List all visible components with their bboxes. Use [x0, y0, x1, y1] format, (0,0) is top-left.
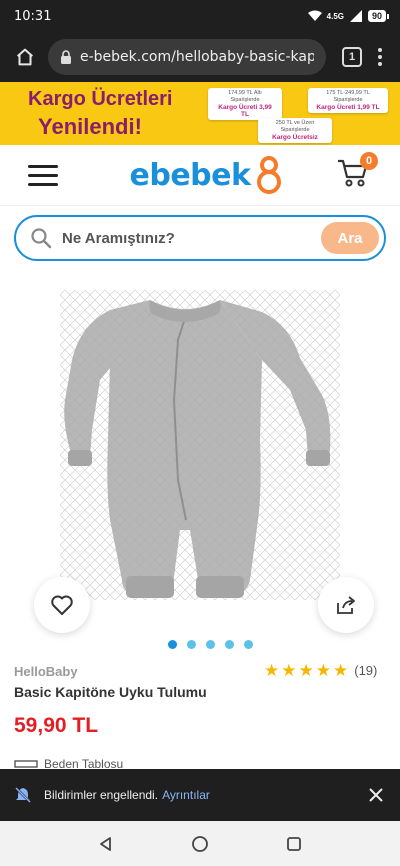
- promo-card-1-fee: Kargo Ücreti 3,99 TL: [218, 104, 272, 118]
- cart-button[interactable]: 0: [336, 151, 378, 193]
- snackbar-text: Bildirimler engellendi.: [44, 788, 159, 802]
- logo-text: ebebek: [129, 157, 251, 193]
- banner-title-line1: Kargo Ücretleri: [28, 88, 173, 110]
- favorite-button[interactable]: [34, 577, 90, 633]
- snackbar-message: Bildirimler engellendi. Ayrıntılar: [44, 788, 366, 802]
- status-time: 10:31: [14, 8, 52, 24]
- product-rating[interactable]: ★ ★ ★ ★ ★ (19): [264, 662, 377, 679]
- notifications-off-icon: [14, 786, 32, 804]
- promo-card-2-fee: Kargo Ücreti 1,99 TL: [316, 104, 380, 111]
- carousel-indicator: [168, 640, 253, 649]
- back-icon[interactable]: [98, 836, 114, 852]
- status-bar: 10:31 4.5G 90: [0, 0, 400, 32]
- tab-switcher-button[interactable]: 1: [342, 47, 362, 67]
- ruler-icon: [14, 760, 38, 768]
- review-count: (19): [354, 663, 378, 678]
- promo-card-2: 175 TL-249,99 TL Siparişlerde Kargo Ücre…: [308, 88, 388, 113]
- home-button[interactable]: [10, 42, 40, 72]
- carousel-dot[interactable]: [187, 640, 196, 649]
- browser-menu-icon[interactable]: [370, 48, 390, 66]
- close-icon[interactable]: [366, 785, 386, 805]
- banner-title-line2: Yenilendi!: [38, 114, 142, 139]
- battery-icon: 90: [367, 10, 390, 22]
- signal-icon: [349, 10, 362, 22]
- logo-mark-icon: [257, 156, 282, 194]
- share-icon: [337, 596, 355, 614]
- notification-snackbar: Bildirimler engellendi. Ayrıntılar: [0, 769, 400, 821]
- status-icons: 4.5G 90: [307, 10, 390, 22]
- site-logo[interactable]: ebebek: [78, 155, 336, 195]
- wifi-icon: [307, 10, 322, 21]
- promo-card-1: 174,99 TL Altı Siparişlerde Kargo Ücreti…: [208, 88, 282, 120]
- home-icon: [17, 48, 33, 66]
- address-bar[interactable]: e-bebek.com/hellobaby-basic-kapitone: [48, 39, 326, 75]
- star-icon: ★: [281, 661, 297, 680]
- carousel-dot[interactable]: [244, 640, 253, 649]
- star-icon: ★: [264, 661, 280, 680]
- promo-card-3-fee: Kargo Ücretsiz: [272, 134, 318, 141]
- shipping-banner[interactable]: Kargo Ücretleri Yenilendi! 174,99 TL Alt…: [0, 82, 400, 145]
- lock-icon: [60, 50, 72, 64]
- product-price: 59,90 TL: [14, 714, 99, 737]
- promo-card-3-text: 250 TL ve Üzeri Siparişlerde: [275, 120, 315, 133]
- heart-icon: [51, 595, 73, 615]
- carousel-dot[interactable]: [168, 640, 177, 649]
- star-icon: ★: [333, 661, 349, 680]
- share-button[interactable]: [318, 577, 374, 633]
- romper-garment: [60, 290, 340, 600]
- browser-toolbar: e-bebek.com/hellobaby-basic-kapitone 1: [0, 32, 400, 82]
- star-icon: ★: [298, 661, 314, 680]
- promo-card-2-text: 175 TL-249,99 TL Siparişlerde: [326, 90, 370, 103]
- cart-count-badge: 0: [360, 151, 378, 170]
- recents-icon[interactable]: [286, 836, 302, 852]
- search-icon: [30, 227, 52, 249]
- promo-card-1-text: 174,99 TL Altı Siparişlerde: [228, 90, 262, 103]
- star-icon: ★: [315, 661, 331, 680]
- search-button[interactable]: Ara: [321, 222, 379, 254]
- rating-stars: ★ ★ ★ ★ ★: [264, 662, 348, 679]
- menu-icon[interactable]: [28, 164, 58, 186]
- product-brand[interactable]: HelloBaby: [14, 664, 78, 679]
- search-bar[interactable]: Ne Aramıştınız? Ara: [14, 215, 386, 261]
- home-nav-icon[interactable]: [191, 835, 209, 853]
- system-navigation-bar: [0, 821, 400, 866]
- product-title: Basic Kapitöne Uyku Tulumu: [14, 684, 207, 700]
- url-text: e-bebek.com/hellobaby-basic-kapitone: [80, 49, 314, 65]
- search-input[interactable]: Ne Aramıştınız?: [62, 230, 321, 247]
- snackbar-details-link[interactable]: Ayrıntılar: [162, 788, 210, 802]
- network-type: 4.5G: [326, 11, 344, 21]
- carousel-dot[interactable]: [225, 640, 234, 649]
- promo-card-3: 250 TL ve Üzeri Siparişlerde Kargo Ücret…: [258, 118, 332, 143]
- site-header: ebebek 0: [0, 145, 400, 205]
- carousel-dot[interactable]: [206, 640, 215, 649]
